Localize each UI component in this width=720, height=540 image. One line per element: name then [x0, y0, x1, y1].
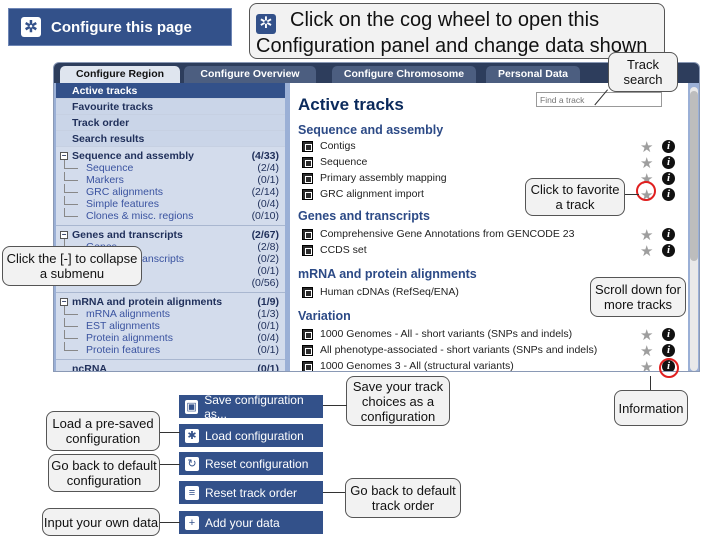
track-row[interactable]: 1000 Genomes 3 - All (structural variant… — [302, 359, 682, 371]
callout-collapse-submenu: Click the [-] to collapse a submenu — [2, 246, 142, 286]
reset-track-order-button[interactable]: ≡ Reset track order — [179, 481, 323, 504]
connector-line — [160, 432, 180, 433]
load-icon: ✱ — [185, 428, 199, 443]
track-icon — [302, 188, 313, 200]
track-row[interactable]: All phenotype-associated - short variant… — [302, 343, 682, 357]
reset-icon: ↻ — [185, 456, 199, 471]
track-icon — [302, 344, 313, 356]
info-icon[interactable]: i — [662, 172, 675, 185]
tab-configure-region-image[interactable]: Configure Region Image — [60, 66, 180, 97]
track-row[interactable]: Primary assembly mapping — [302, 171, 682, 185]
track-row[interactable]: Sequence — [302, 155, 682, 169]
callout-load: Load a pre-saved configuration — [46, 411, 160, 451]
active-tracks-content: Active tracks Sequence and assembly Cont… — [290, 83, 688, 371]
scroll-thumb[interactable] — [690, 91, 698, 261]
sidebar-subitem[interactable]: Sequence (2/4) — [56, 160, 285, 174]
save-configuration-button[interactable]: ▣ Save configuration as... — [179, 393, 323, 421]
sidebar-subitem[interactable]: EST alignments (0/1) — [56, 318, 285, 332]
page-title: Active tracks — [298, 95, 404, 114]
sidebar-category-row[interactable]: − Genes and transcripts (2/67) — [56, 229, 285, 241]
info-icon[interactable]: i — [662, 328, 675, 341]
vertical-scrollbar[interactable] — [690, 87, 698, 371]
add-data-icon: + — [185, 515, 199, 530]
sidebar-subitem[interactable]: Markers (0/1) — [56, 172, 285, 186]
track-row[interactable]: 1000 Genomes - All - short variants (SNP… — [302, 327, 682, 341]
sidebar-subitem[interactable]: Simple features (0/4) — [56, 196, 285, 210]
sidebar-category-row[interactable]: − mRNA and protein alignments (1/9) — [56, 296, 285, 308]
connector-line — [650, 376, 651, 390]
sidebar-subitem[interactable]: Clones & misc. regions (0/10) — [56, 208, 285, 222]
callout-favorite: Click to favorite a track — [525, 178, 625, 216]
tab-personal-data[interactable]: Personal Data — [486, 66, 580, 83]
callout-open-config: ✲ Click on the cog wheel to open this Con… — [249, 3, 665, 59]
sidebar-item-favourite-tracks[interactable]: Favourite tracks — [56, 99, 285, 115]
section-heading: Variation — [298, 309, 351, 323]
track-icon — [302, 286, 313, 298]
info-icon[interactable]: i — [662, 244, 675, 257]
collapse-toggle-icon[interactable]: − — [60, 298, 68, 306]
section-heading: Genes and transcripts — [298, 209, 430, 223]
sidebar-subitem[interactable]: mRNA alignments (1/3) — [56, 306, 285, 320]
track-icon — [302, 228, 313, 240]
connector-line — [625, 194, 639, 195]
configure-page-label: Configure this page — [51, 18, 192, 36]
sidebar-category-row[interactable]: − Sequence and assembly (4/33) — [56, 150, 285, 162]
connector-line — [160, 464, 180, 465]
configuration-panel: Configure Region Image Configure Overvie… — [53, 62, 700, 372]
favorite-highlight-ring — [636, 181, 656, 201]
track-icon — [302, 172, 313, 184]
track-icon — [302, 360, 313, 371]
info-icon[interactable]: i — [662, 228, 675, 241]
sidebar-category-ncrna[interactable]: ncRNA (0/1) — [56, 363, 285, 371]
configure-page-button[interactable]: ✲ Configure this page — [8, 8, 232, 46]
track-icon — [302, 328, 313, 340]
reorder-icon: ≡ — [185, 485, 199, 500]
callout-reset-order: Go back to default track order — [345, 478, 461, 518]
tab-bar: Configure Region Image Configure Overvie… — [54, 63, 699, 97]
cog-icon: ✲ — [21, 17, 41, 37]
favorite-star-icon[interactable]: ★ — [640, 358, 653, 371]
sidebar-subitem[interactable]: GRC alignments (2/14) — [56, 184, 285, 198]
callout-reset: Go back to default configuration — [48, 454, 160, 492]
callout-track-search: Track search — [608, 52, 678, 92]
connector-line — [323, 405, 347, 406]
cog-icon: ✲ — [256, 14, 276, 34]
info-icon[interactable]: i — [662, 140, 675, 153]
sidebar-item-active-tracks[interactable]: Active tracks — [56, 83, 285, 99]
sidebar-subitem[interactable]: Protein features (0/1) — [56, 342, 285, 356]
callout-information: Information — [614, 390, 688, 426]
sidebar-category-sequence: − Sequence and assembly (4/33) Sequence (2/… — [56, 147, 285, 222]
track-row[interactable]: Comprehensive Gene Annotations from GENC… — [302, 227, 682, 241]
add-your-data-button[interactable]: + Add your data — [179, 511, 323, 534]
track-icon — [302, 156, 313, 168]
sidebar-item-track-order[interactable]: Track order — [56, 115, 285, 131]
callout-save: Save your track choices as a configurati… — [346, 376, 450, 426]
save-icon: ▣ — [185, 399, 199, 414]
info-icon[interactable]: i — [662, 344, 675, 357]
track-icon — [302, 244, 313, 256]
info-icon[interactable]: i — [662, 188, 675, 201]
callout-add-data: Input your own data — [42, 508, 160, 536]
section-heading: mRNA and protein alignments — [298, 267, 477, 281]
sidebar-subitem[interactable]: Protein alignments (0/4) — [56, 330, 285, 344]
sidebar: Active tracks Favourite tracks Track ord… — [56, 83, 285, 371]
sidebar-category-mrna: − mRNA and protein alignments (1/9) mRNA a… — [56, 296, 285, 356]
tab-configure-overview-image[interactable]: Configure Overview Image — [184, 66, 316, 97]
sidebar-item-search-results[interactable]: Search results — [56, 131, 285, 147]
collapse-toggle-icon[interactable]: − — [60, 152, 68, 160]
tab-configure-chromosome-image[interactable]: Configure Chromosome Image — [332, 66, 476, 97]
section-heading: Sequence and assembly — [298, 123, 444, 137]
track-icon — [302, 140, 313, 152]
info-icon[interactable]: i — [662, 156, 675, 169]
load-configuration-button[interactable]: ✱ Load configuration — [179, 424, 323, 447]
track-row[interactable]: Contigs — [302, 139, 682, 153]
callout-scroll: Scroll down for more tracks — [590, 277, 686, 317]
reset-configuration-button[interactable]: ↻ Reset configuration — [179, 452, 323, 475]
connector-line — [160, 522, 180, 523]
track-row[interactable]: CCDS set — [302, 243, 682, 257]
info-highlight-ring — [659, 358, 679, 378]
connector-line — [323, 492, 345, 493]
collapse-toggle-icon[interactable]: − — [60, 231, 68, 239]
favorite-star-icon[interactable]: ★ — [640, 242, 653, 260]
